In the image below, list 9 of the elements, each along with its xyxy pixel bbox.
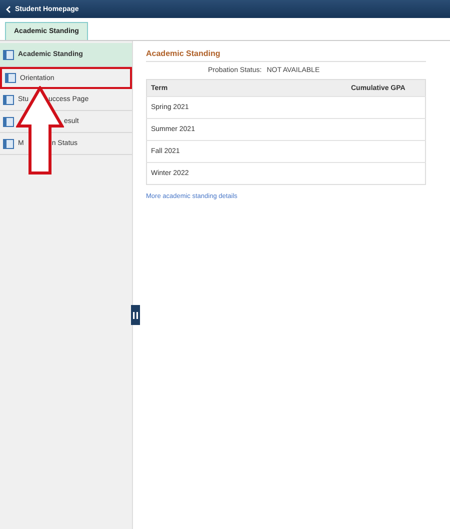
table-icon xyxy=(3,94,14,104)
table-icon xyxy=(3,50,14,60)
table-icon xyxy=(3,116,14,126)
table-icon xyxy=(5,73,16,83)
back-icon xyxy=(6,6,11,12)
table-icon xyxy=(3,138,14,148)
pause-icon xyxy=(133,312,138,318)
collapse-handle[interactable] xyxy=(131,305,140,325)
section-title: Academic Standing xyxy=(146,49,426,62)
